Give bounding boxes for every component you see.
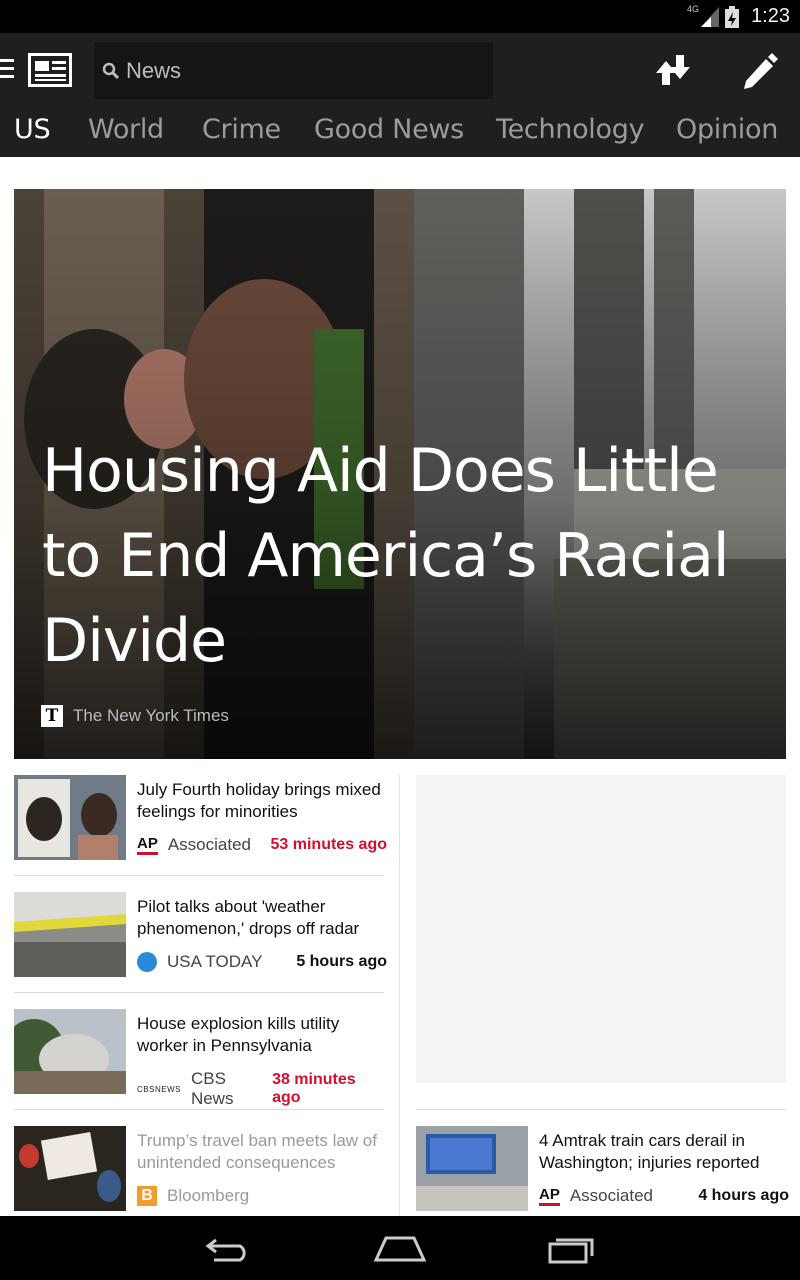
story-time: 53 minutes ago bbox=[270, 836, 387, 853]
back-icon[interactable] bbox=[200, 1230, 260, 1266]
tab-crime[interactable]: Crime bbox=[202, 114, 281, 145]
category-tabs: US World Crime Good News Technology Opin… bbox=[0, 107, 800, 157]
search-icon bbox=[102, 62, 120, 79]
story-thumbnail bbox=[14, 892, 126, 977]
hero-story[interactable]: Housing Aid Does Little to End America’s… bbox=[14, 189, 786, 759]
search-input[interactable] bbox=[126, 57, 466, 84]
status-time: 1:23 bbox=[751, 5, 790, 27]
edit-icon[interactable] bbox=[738, 51, 778, 91]
list-item[interactable]: 4 Amtrak train cars derail in Washington… bbox=[416, 1126, 789, 1226]
tab-world[interactable]: World bbox=[88, 114, 164, 145]
divider bbox=[14, 1109, 384, 1110]
story-title[interactable]: July Fourth holiday brings mixed feeling… bbox=[137, 779, 387, 823]
hero-source-name: The New York Times bbox=[73, 706, 229, 725]
battery-icon bbox=[725, 5, 740, 28]
story-time: 38 minutes ago bbox=[272, 1071, 356, 1106]
signal-icon bbox=[701, 6, 720, 27]
story-thumbnail bbox=[14, 775, 126, 860]
story-title[interactable]: 4 Amtrak train cars derail in Washington… bbox=[539, 1130, 789, 1174]
story-thumbnail bbox=[14, 1126, 126, 1211]
story-time: 5 hours ago bbox=[296, 953, 387, 970]
bloomberg-logo-icon: B bbox=[137, 1186, 157, 1206]
story-thumbnail bbox=[14, 1009, 126, 1094]
menu-icon[interactable] bbox=[0, 59, 14, 81]
ap-logo-icon: AP bbox=[137, 836, 158, 855]
tab-good-news[interactable]: Good News bbox=[314, 114, 464, 145]
app-bar bbox=[0, 33, 800, 107]
cbs-logo-icon: CBSNEWS bbox=[137, 1084, 181, 1094]
story-source: Associated bbox=[167, 835, 252, 854]
divider bbox=[416, 1109, 786, 1110]
story-source: Associated bbox=[569, 1186, 654, 1205]
divider bbox=[14, 992, 384, 993]
tab-us[interactable]: US bbox=[14, 114, 51, 145]
ap-logo-icon: AP bbox=[539, 1187, 560, 1206]
story-thumbnail bbox=[416, 1126, 528, 1211]
list-item[interactable]: July Fourth holiday brings mixed feeling… bbox=[14, 775, 387, 875]
story-meta: CBSNEWS CBS News 38 minutes ago bbox=[137, 1069, 387, 1109]
usa-today-logo-icon bbox=[137, 952, 157, 972]
story-time: 4 hours ago bbox=[698, 1187, 789, 1204]
hero-headline[interactable]: Housing Aid Does Little to End America’s… bbox=[42, 429, 742, 684]
story-title[interactable]: Pilot talks about 'weather phenomenon,' … bbox=[137, 896, 387, 940]
search-box[interactable] bbox=[94, 42, 493, 99]
story-source: CBS News bbox=[190, 1069, 234, 1108]
list-item[interactable]: House explosion kills utility worker in … bbox=[14, 1009, 384, 1109]
story-meta: USA TODAY 5 hours ago bbox=[137, 952, 387, 972]
story-source: USA TODAY bbox=[167, 952, 263, 971]
story-meta: B Bloomberg bbox=[137, 1186, 387, 1206]
story-source: Bloomberg bbox=[167, 1186, 250, 1205]
recent-apps-icon[interactable] bbox=[542, 1230, 602, 1266]
list-item[interactable]: Trump’s travel ban meets law of unintend… bbox=[14, 1126, 384, 1226]
ad-placeholder bbox=[416, 775, 786, 1083]
hero-source: T The New York Times bbox=[41, 705, 229, 727]
story-meta: AP Associated 53 minutes ago bbox=[137, 835, 387, 855]
system-nav-bar bbox=[0, 1216, 800, 1280]
nyt-logo-icon: T bbox=[41, 705, 63, 727]
story-title[interactable]: Trump’s travel ban meets law of unintend… bbox=[137, 1130, 387, 1174]
column-divider bbox=[399, 775, 400, 1220]
list-item[interactable]: Pilot talks about 'weather phenomenon,' … bbox=[14, 892, 387, 992]
news-app-logo-icon[interactable] bbox=[28, 53, 72, 87]
tab-opinion[interactable]: Opinion bbox=[676, 114, 778, 145]
story-meta: AP Associated 4 hours ago bbox=[539, 1186, 789, 1206]
tab-technology[interactable]: Technology bbox=[496, 114, 645, 145]
home-icon[interactable] bbox=[370, 1230, 430, 1266]
status-bar: 4G 1:23 bbox=[0, 0, 800, 33]
divider bbox=[14, 875, 384, 876]
story-title[interactable]: House explosion kills utility worker in … bbox=[137, 1013, 387, 1057]
download-icon[interactable] bbox=[652, 51, 692, 91]
network-type: 4G bbox=[687, 3, 700, 14]
